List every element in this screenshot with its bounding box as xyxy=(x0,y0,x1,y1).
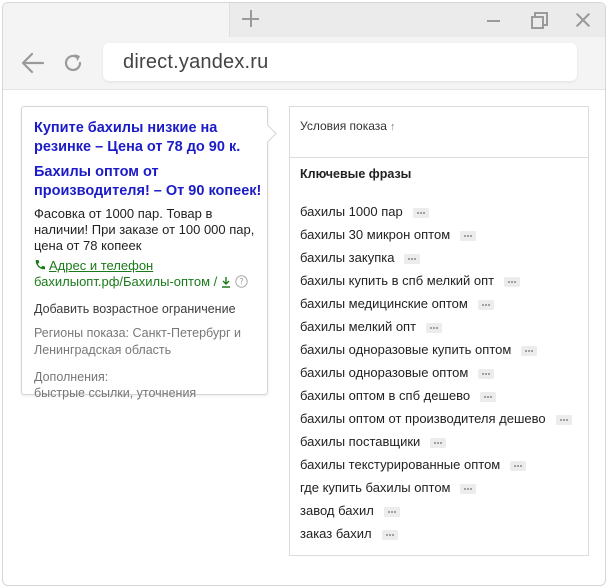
keyword-text[interactable]: бахилы текстурированные оптом xyxy=(300,457,500,472)
more-options-icon[interactable] xyxy=(480,391,497,402)
more-options-icon[interactable] xyxy=(504,276,521,287)
more-options-icon[interactable] xyxy=(478,368,495,379)
keyword-item: заказ бахил xyxy=(300,522,580,545)
keyword-text[interactable]: бахилы закупка xyxy=(300,250,394,265)
new-tab-icon[interactable] xyxy=(239,7,263,31)
ad-title[interactable]: Купите бахилы низкие на резинке – Цена о… xyxy=(34,119,262,157)
keyword-text[interactable]: где купить бахилы оптом xyxy=(300,480,450,495)
more-options-icon[interactable] xyxy=(381,529,398,540)
minimize-icon[interactable] xyxy=(487,20,500,22)
ad-body-text: Фасовка от 1000 пар. Товар в наличии! Пр… xyxy=(34,206,255,253)
keyword-text[interactable]: бахилы 30 микрон оптом xyxy=(300,227,450,242)
browser-toolbar: direct.yandex.ru xyxy=(3,37,605,90)
conditions-header: Условия показа ↑ xyxy=(290,107,588,158)
ad-contact-line: Адрес и телефон xyxy=(34,257,262,274)
more-options-icon[interactable] xyxy=(510,460,527,471)
more-options-icon[interactable] xyxy=(555,414,572,425)
conditions-column-header[interactable]: Условия показа ↑ xyxy=(300,119,395,133)
ad-display-url-line: бахилыопт.рф/Бахилы-оптом / ? xyxy=(34,274,262,290)
more-options-icon[interactable] xyxy=(521,345,538,356)
help-icon[interactable]: ? xyxy=(234,275,248,288)
keyword-item: бахилы одноразовые купить оптом xyxy=(300,338,580,361)
keyword-text[interactable]: бахилы купить в спб мелкий опт xyxy=(300,273,494,288)
keyword-text[interactable]: бахилы мелкий опт xyxy=(300,319,416,334)
keyword-item: бахилы одноразовые оптом xyxy=(300,361,580,384)
keyword-text[interactable]: завод бахил xyxy=(300,503,374,518)
keyword-text[interactable]: бахилы оптом от производителя дешево xyxy=(300,411,546,426)
more-options-icon[interactable] xyxy=(430,437,447,448)
more-options-icon[interactable] xyxy=(477,299,494,310)
more-options-icon[interactable] xyxy=(426,322,443,333)
download-icon xyxy=(221,277,230,288)
keyword-item: бахилы купить в спб мелкий опт xyxy=(300,269,580,292)
ad-preview-card: Купите бахилы низкие на резинке – Цена о… xyxy=(21,106,268,400)
restore-icon[interactable] xyxy=(531,12,548,29)
browser-window: direct.yandex.ru Купите бахилы низкие на… xyxy=(2,2,606,586)
keyword-text[interactable]: заказ бахил xyxy=(300,526,372,541)
address-bar[interactable]: direct.yandex.ru xyxy=(103,43,577,81)
title-bar xyxy=(3,3,605,39)
keyword-item: бахилы 30 микрон оптом xyxy=(300,223,580,246)
keyword-item: бахилы мелкий опт xyxy=(300,315,580,338)
keyword-item: бахилы поставщики xyxy=(300,430,580,453)
more-options-icon[interactable] xyxy=(383,506,400,517)
keyword-text[interactable]: бахилы одноразовые купить оптом xyxy=(300,342,511,357)
conditions-title: Условия показа xyxy=(300,119,387,133)
keyword-text[interactable]: бахилы оптом в спб дешево xyxy=(300,388,470,403)
reload-icon[interactable] xyxy=(61,51,85,75)
url-text[interactable]: direct.yandex.ru xyxy=(123,51,269,74)
keyword-text[interactable]: бахилы медицинские оптом xyxy=(300,296,468,311)
conditions-panel: Условия показа ↑ Ключевые фразы бахилы 10… xyxy=(289,106,589,556)
more-options-icon[interactable] xyxy=(460,483,477,494)
browser-tab[interactable] xyxy=(3,3,230,39)
keyword-item: бахилы медицинские оптом xyxy=(300,292,580,315)
keyword-item: бахилы 1000 пар xyxy=(300,200,580,223)
ad-title-extra[interactable]: Бахилы оптом от производителя! – От 90 к… xyxy=(34,163,262,201)
more-options-icon[interactable] xyxy=(412,207,429,218)
keyword-text[interactable]: бахилы поставщики xyxy=(300,434,420,449)
keyword-list: бахилы 1000 пар бахилы 30 микрон оптом бах… xyxy=(300,200,580,545)
keyword-item: бахилы закупка xyxy=(300,246,580,269)
phone-icon xyxy=(35,260,45,270)
extras-value: быстрые ссылки, уточнения xyxy=(34,386,197,400)
keyword-text[interactable]: бахилы одноразовые оптом xyxy=(300,365,468,380)
contact-link[interactable]: Адрес и телефон xyxy=(49,258,153,273)
extras-block: Дополнения: быстрые ссылки, уточнения xyxy=(34,369,262,401)
keyword-text[interactable]: бахилы 1000 пар xyxy=(300,204,403,219)
extras-label: Дополнения: xyxy=(34,370,109,384)
age-limit-link[interactable]: Добавить возрастное ограничение xyxy=(34,301,262,317)
keyword-item: где купить бахилы оптом xyxy=(300,476,580,499)
keyword-item: завод бахил xyxy=(300,499,580,522)
keyword-item: бахилы оптом от производителя дешево xyxy=(300,407,580,430)
keyword-item: бахилы текстурированные оптом xyxy=(300,453,580,476)
keywords-heading: Ключевые фразы xyxy=(300,167,412,181)
back-arrow-icon[interactable] xyxy=(21,52,45,74)
sort-arrow-icon[interactable]: ↑ xyxy=(390,121,396,133)
display-url[interactable]: бахилыопт.рф/Бахилы-оптом / xyxy=(34,274,217,289)
keyword-item: бахилы оптом в спб дешево xyxy=(300,384,580,407)
more-options-icon[interactable] xyxy=(460,230,477,241)
svg-text:?: ? xyxy=(239,278,244,288)
more-options-icon[interactable] xyxy=(404,253,421,264)
regions-label: Регионы показа: Санкт-Петербург и Ленинг… xyxy=(34,326,241,357)
close-icon[interactable] xyxy=(574,11,592,29)
